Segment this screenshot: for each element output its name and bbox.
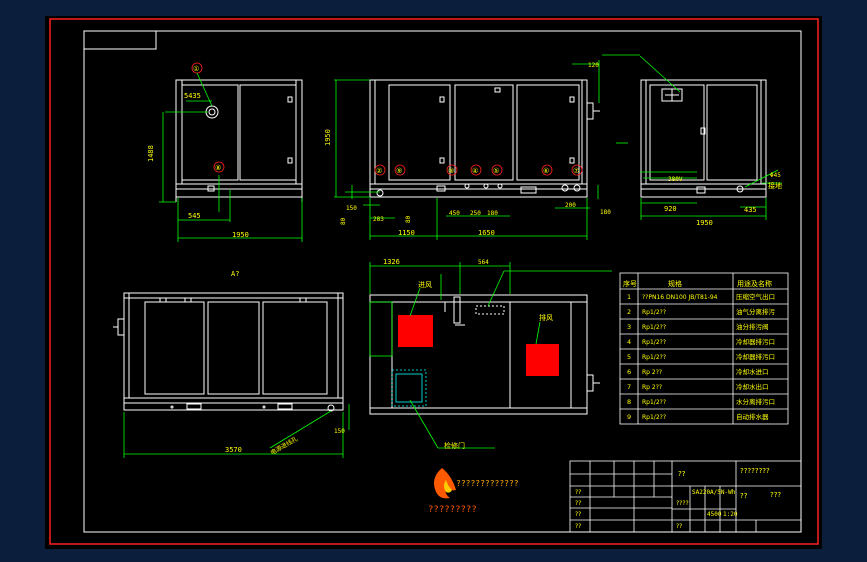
table-cell-no: 1 [627, 293, 631, 301]
table-cell-spec: ??PN16 DN100 JB/T81-94 [642, 294, 718, 301]
table-header-name: 用途及名称 [737, 279, 772, 288]
table-cell-spec: Rp1/2?? [642, 339, 666, 346]
table-cell-name: 冷却水进口 [736, 367, 769, 376]
right-dim-top: 120 [588, 62, 599, 69]
table-cell-spec: Rp1/2?? [642, 354, 666, 361]
table-cell-no: 4 [627, 338, 631, 346]
cad-drawing-canvas[interactable]: 5435 1488 545 1950 ① ⑧ ② ⑨ ③ ④ ⑤ ⑥ ⑦ 195… [0, 0, 867, 562]
title-cell: ?? [575, 489, 581, 496]
table-header-spec: 规格 [668, 279, 682, 288]
table-cell-no: 3 [627, 323, 631, 331]
table-cell-name: 油气分离排污 [736, 307, 776, 316]
side-dim-k: 200 [565, 202, 576, 209]
front-dim-4: 1950 [232, 231, 249, 239]
table-cell-name: 压缩空气出口 [736, 292, 775, 301]
front-callout-2: ⑧ [215, 164, 221, 172]
title-cell: ?? [575, 523, 581, 530]
title-cell: ?? [575, 511, 581, 518]
front-dim-3: 545 [188, 212, 201, 220]
view-label: A? [231, 270, 239, 278]
side-dim-f: 450 [449, 210, 460, 217]
plan-note-door: 检修门 [444, 441, 465, 450]
right-dim-width-2: 1950 [696, 219, 713, 227]
plan-note-outlet: 排风 [539, 313, 553, 322]
side-dim-g: 250 [470, 210, 481, 217]
table-cell-spec: Rp 2?? [642, 384, 662, 391]
back-dim-width: 3570 [225, 446, 242, 454]
right-dim-dia: Φ45 [770, 172, 781, 179]
title-b: ???????? [740, 467, 770, 475]
side-dim-c: 283 [373, 216, 384, 223]
side-dim-e: 1150 [398, 229, 415, 237]
drawing-sheet [45, 16, 822, 549]
side-dim-l: 180 [600, 209, 611, 216]
table-cell-no: 9 [627, 413, 631, 421]
title-sheet: ?? [740, 492, 748, 500]
side-dim-a: 150 [346, 205, 357, 212]
table-cell-spec: Rp1/2?? [642, 399, 666, 406]
side-callout: ③ [448, 167, 454, 175]
table-cell-spec: Rp1/2?? [642, 414, 666, 421]
side-dim-j: 1650 [478, 229, 495, 237]
company-subtitle: ????????? [428, 505, 477, 515]
side-callout: ④ [472, 167, 478, 175]
side-callout: ⑥ [543, 167, 549, 175]
plan-dim-b: 564 [478, 259, 489, 266]
side-dim-b: 80 [340, 217, 347, 225]
side-callout: ⑨ [396, 167, 402, 175]
title-model: SA220A/5N-Wh [692, 489, 736, 496]
side-callout: ⑤ [493, 167, 499, 175]
company-name: ????????????? [456, 479, 519, 488]
title-cell: ?? [676, 523, 682, 530]
title-cell: ?? [575, 500, 581, 507]
back-dim-d: 150 [334, 428, 345, 435]
side-dim-d: 80 [405, 215, 412, 223]
right-dim-r: 435 [744, 206, 757, 214]
side-callout: ② [376, 167, 382, 175]
title-cell: ???? [676, 500, 689, 507]
side-callout: ⑦ [573, 167, 579, 175]
table-cell-no: 7 [627, 383, 631, 391]
title-weight: 4500 [707, 511, 722, 518]
table-cell-no: 6 [627, 368, 631, 376]
side-dim-i: 180 [487, 210, 498, 217]
plan-dim-a: 1326 [383, 258, 400, 266]
right-note-ground: 接地 [768, 181, 782, 190]
front-callout-1: ① [193, 65, 199, 73]
side-dim-height: 1950 [324, 129, 332, 146]
title-a: ?? [678, 470, 686, 478]
right-dim-width: 920 [664, 205, 677, 213]
plan-note-inlet: 进风 [418, 281, 432, 289]
table-cell-name: 冷却器排污口 [736, 337, 775, 346]
table-cell-no: 2 [627, 308, 631, 316]
front-dim-1: 5435 [184, 92, 201, 100]
right-note-voltage: 380V [668, 176, 683, 183]
table-cell-name: 冷却器排污口 [736, 352, 775, 361]
table-cell-name: 冷却水出口 [736, 382, 769, 391]
table-cell-name: 自动排水器 [736, 412, 769, 421]
table-cell-no: 8 [627, 398, 631, 406]
table-cell-spec: Rp1/2?? [642, 309, 666, 316]
table-cell-spec: Rp 2?? [642, 369, 662, 376]
table-cell-name: 水分离排污口 [736, 397, 775, 406]
front-dim-2: 1488 [147, 145, 155, 162]
plan-inlet-opening [398, 315, 433, 347]
table-cell-spec: Rp1/2?? [642, 324, 666, 331]
title-name2: ??? [770, 491, 781, 499]
cad-viewer: 5435 1488 545 1950 ① ⑧ ② ⑨ ③ ④ ⑤ ⑥ ⑦ 195… [0, 0, 867, 562]
table-cell-name: 油分排污阀 [736, 322, 769, 331]
title-scale: 1:20 [723, 511, 738, 518]
plan-outlet-opening [526, 344, 559, 376]
table-header-no: 序号 [623, 279, 637, 288]
table-cell-no: 5 [627, 353, 631, 361]
